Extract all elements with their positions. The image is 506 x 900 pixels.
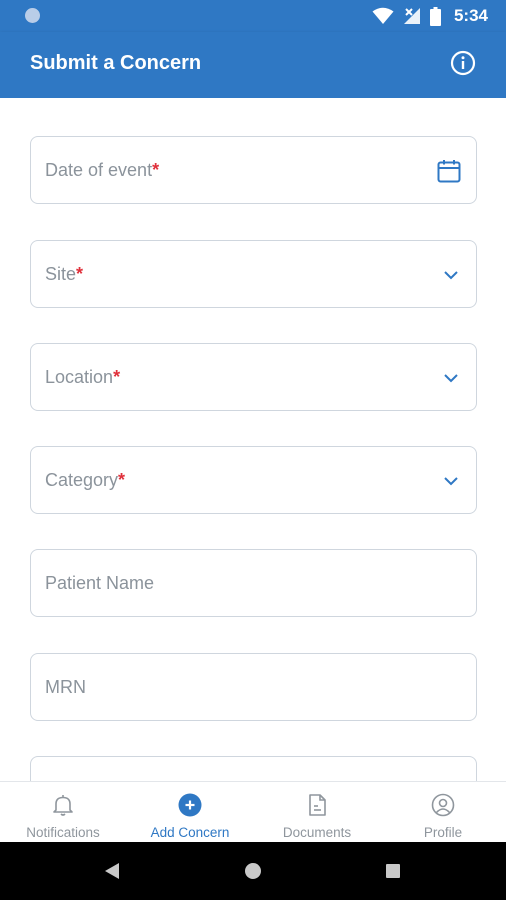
chevron-down-icon xyxy=(444,271,458,280)
nav-documents-label: Documents xyxy=(282,825,352,840)
bell-icon xyxy=(53,795,73,816)
date-of-event-field[interactable]: Date of event* xyxy=(30,136,477,204)
bottom-nav: Notifications Add Concern Documents Prof… xyxy=(0,781,506,842)
next-field[interactable] xyxy=(30,756,477,781)
app-bar: Submit a Concern xyxy=(0,32,506,98)
profile-icon xyxy=(431,793,455,817)
patient-name-label: Patient Name xyxy=(45,573,155,593)
signal-icon xyxy=(403,8,420,24)
required-marker: * xyxy=(152,160,160,180)
battery-icon xyxy=(429,6,441,26)
required-marker: * xyxy=(113,367,121,387)
nav-notifications[interactable]: Notifications xyxy=(0,782,126,843)
system-nav-bar xyxy=(0,842,506,900)
category-label: Category* xyxy=(45,470,126,490)
required-marker: * xyxy=(118,470,126,490)
nav-notifications-label: Notifications xyxy=(26,825,100,840)
add-circle-icon xyxy=(178,793,202,817)
page-title: Submit a Concern xyxy=(30,52,202,74)
date-of-event-label: Date of event* xyxy=(45,160,160,180)
document-icon xyxy=(309,794,326,816)
chevron-down-icon xyxy=(444,477,458,486)
status-bar: 5:34 xyxy=(0,0,506,32)
home-icon[interactable] xyxy=(245,863,261,879)
status-time: 5:34 xyxy=(453,6,488,25)
chevron-down-icon xyxy=(444,374,458,383)
nav-profile[interactable]: Profile xyxy=(380,782,506,843)
wifi-icon xyxy=(372,7,394,24)
nav-profile-label: Profile xyxy=(423,825,463,840)
nav-add-concern-label: Add Concern xyxy=(150,825,230,840)
mrn-field[interactable]: MRN xyxy=(30,653,477,721)
info-icon[interactable] xyxy=(450,50,476,76)
recent-apps-icon[interactable] xyxy=(386,864,400,878)
status-icons: 5:34 xyxy=(372,5,488,27)
notification-dot-icon xyxy=(25,8,40,23)
nav-add-concern[interactable]: Add Concern xyxy=(127,782,253,843)
site-select[interactable]: Site* xyxy=(30,240,477,308)
back-icon[interactable] xyxy=(104,862,120,880)
patient-name-field[interactable]: Patient Name xyxy=(30,549,477,617)
required-marker: * xyxy=(76,264,84,284)
nav-documents[interactable]: Documents xyxy=(254,782,380,843)
location-label: Location* xyxy=(45,367,121,387)
category-select[interactable]: Category* xyxy=(30,446,477,514)
concern-form: Date of event* Site* Location* Category*… xyxy=(0,98,506,781)
location-select[interactable]: Location* xyxy=(30,343,477,411)
mrn-label: MRN xyxy=(45,677,86,697)
calendar-icon[interactable] xyxy=(436,158,462,184)
site-label: Site* xyxy=(45,264,84,284)
